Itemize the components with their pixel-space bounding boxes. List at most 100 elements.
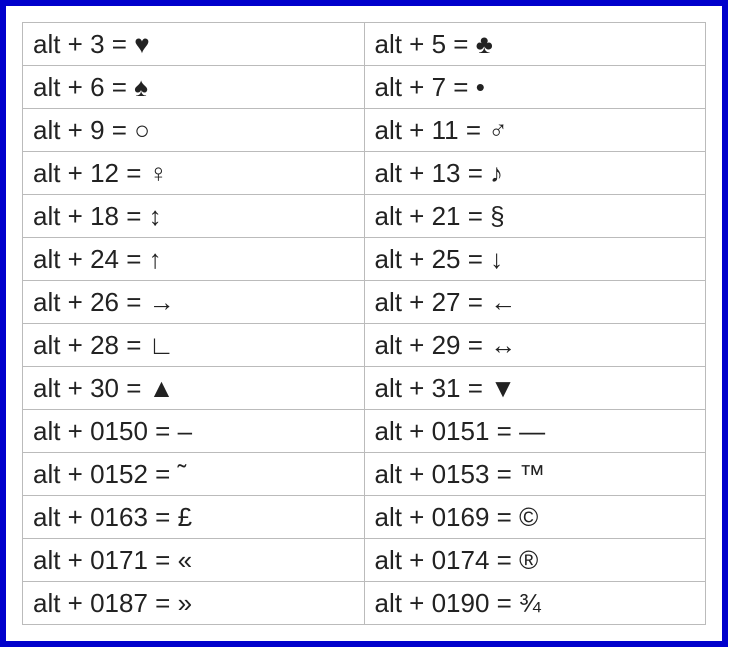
alt-code-symbol: –	[178, 416, 192, 446]
alt-code-text: alt + 0153	[375, 459, 490, 489]
alt-code-cell: alt + 3 = ♥	[23, 23, 365, 66]
alt-code-text: alt + 0187	[33, 588, 148, 618]
alt-code-cell: alt + 24 = ↑	[23, 238, 365, 281]
alt-code-symbol: ©	[519, 502, 538, 532]
separator: =	[461, 244, 491, 274]
alt-code-cell: alt + 6 = ♠	[23, 66, 365, 109]
alt-code-cell: alt + 28 = ∟	[23, 324, 365, 367]
alt-code-text: alt + 0169	[375, 502, 490, 532]
alt-code-text: alt + 31	[375, 373, 461, 403]
separator: =	[459, 115, 489, 145]
alt-code-symbol: ←	[490, 287, 516, 317]
table-row: alt + 0171 = « alt + 0174 = ®	[23, 539, 706, 582]
alt-code-cell: alt + 12 = ♀	[23, 152, 365, 195]
separator: =	[105, 115, 135, 145]
alt-code-text: alt + 13	[375, 158, 461, 188]
alt-code-text: alt + 0163	[33, 502, 148, 532]
alt-code-text: alt + 24	[33, 244, 119, 274]
separator: =	[489, 459, 519, 489]
table-row: alt + 9 = ○ alt + 11 = ♂	[23, 109, 706, 152]
separator: =	[461, 158, 491, 188]
alt-code-cell: alt + 7 = •	[364, 66, 706, 109]
alt-code-symbol: ♪	[490, 158, 503, 188]
alt-code-cell: alt + 21 = §	[364, 195, 706, 238]
alt-code-text: alt + 9	[33, 115, 105, 145]
alt-code-symbol: ♠	[134, 72, 148, 102]
alt-code-symbol: —	[519, 416, 545, 446]
alt-code-cell: alt + 0152 = ˜	[23, 453, 365, 496]
alt-code-symbol: ↓	[490, 244, 503, 274]
alt-code-symbol: «	[178, 545, 192, 575]
separator: =	[489, 588, 519, 618]
separator: =	[119, 244, 149, 274]
alt-code-text: alt + 0151	[375, 416, 490, 446]
alt-code-cell: alt + 0187 = »	[23, 582, 365, 625]
alt-code-symbol: ♥	[134, 29, 149, 59]
alt-code-cell: alt + 0174 = ®	[364, 539, 706, 582]
alt-code-symbol: ↕	[149, 201, 162, 231]
table-row: alt + 3 = ♥ alt + 5 = ♣	[23, 23, 706, 66]
alt-code-table: alt + 3 = ♥ alt + 5 = ♣ alt + 6 = ♠ alt …	[22, 22, 706, 625]
alt-code-cell: alt + 29 = ↔	[364, 324, 706, 367]
alt-code-text: alt + 11	[375, 115, 459, 145]
table-row: alt + 6 = ♠ alt + 7 = •	[23, 66, 706, 109]
alt-code-text: alt + 0152	[33, 459, 148, 489]
alt-code-cell: alt + 0151 = —	[364, 410, 706, 453]
separator: =	[489, 502, 519, 532]
separator: =	[489, 545, 519, 575]
alt-code-cell: alt + 25 = ↓	[364, 238, 706, 281]
table-row: alt + 30 = ▲ alt + 31 = ▼	[23, 367, 706, 410]
separator: =	[119, 158, 149, 188]
separator: =	[119, 373, 149, 403]
separator: =	[148, 545, 178, 575]
table-row: alt + 0187 = » alt + 0190 = ¾	[23, 582, 706, 625]
alt-code-cell: alt + 31 = ▼	[364, 367, 706, 410]
separator: =	[148, 502, 178, 532]
separator: =	[461, 287, 491, 317]
alt-code-table-body: alt + 3 = ♥ alt + 5 = ♣ alt + 6 = ♠ alt …	[23, 23, 706, 625]
table-row: alt + 0150 = – alt + 0151 = —	[23, 410, 706, 453]
alt-code-cell: alt + 18 = ↕	[23, 195, 365, 238]
separator: =	[148, 588, 178, 618]
alt-code-text: alt + 29	[375, 330, 461, 360]
alt-code-text: alt + 0150	[33, 416, 148, 446]
alt-code-symbol: ▲	[149, 373, 175, 403]
alt-code-symbol: ▼	[490, 373, 516, 403]
alt-code-cell: alt + 9 = ○	[23, 109, 365, 152]
separator: =	[119, 330, 149, 360]
alt-code-text: alt + 5	[375, 29, 447, 59]
alt-code-symbol: ♀	[149, 158, 169, 188]
alt-code-text: alt + 21	[375, 201, 461, 231]
separator: =	[461, 330, 491, 360]
separator: =	[461, 201, 491, 231]
separator: =	[446, 72, 476, 102]
alt-code-symbol: ↑	[149, 244, 162, 274]
separator: =	[461, 373, 491, 403]
separator: =	[119, 287, 149, 317]
alt-code-cell: alt + 0171 = «	[23, 539, 365, 582]
separator: =	[489, 416, 519, 446]
alt-code-text: alt + 30	[33, 373, 119, 403]
alt-code-symbol: →	[149, 287, 175, 317]
table-row: alt + 12 = ♀ alt + 13 = ♪	[23, 152, 706, 195]
alt-code-cell: alt + 0190 = ¾	[364, 582, 706, 625]
alt-code-cell: alt + 26 = →	[23, 281, 365, 324]
alt-code-symbol: ˜	[178, 459, 187, 489]
alt-code-text: alt + 0190	[375, 588, 490, 618]
alt-code-symbol: ∟	[149, 330, 174, 360]
alt-code-table-frame: alt + 3 = ♥ alt + 5 = ♣ alt + 6 = ♠ alt …	[0, 0, 728, 647]
alt-code-text: alt + 26	[33, 287, 119, 317]
separator: =	[148, 459, 178, 489]
alt-code-symbol: §	[490, 201, 504, 231]
alt-code-symbol: ™	[519, 459, 545, 489]
alt-code-symbol: ®	[519, 545, 538, 575]
alt-code-cell: alt + 0163 = £	[23, 496, 365, 539]
alt-code-text: alt + 28	[33, 330, 119, 360]
table-row: alt + 28 = ∟ alt + 29 = ↔	[23, 324, 706, 367]
alt-code-symbol: ○	[134, 115, 150, 145]
alt-code-cell: alt + 0150 = –	[23, 410, 365, 453]
alt-code-symbol: »	[178, 588, 192, 618]
separator: =	[105, 72, 135, 102]
separator: =	[105, 29, 135, 59]
separator: =	[148, 416, 178, 446]
